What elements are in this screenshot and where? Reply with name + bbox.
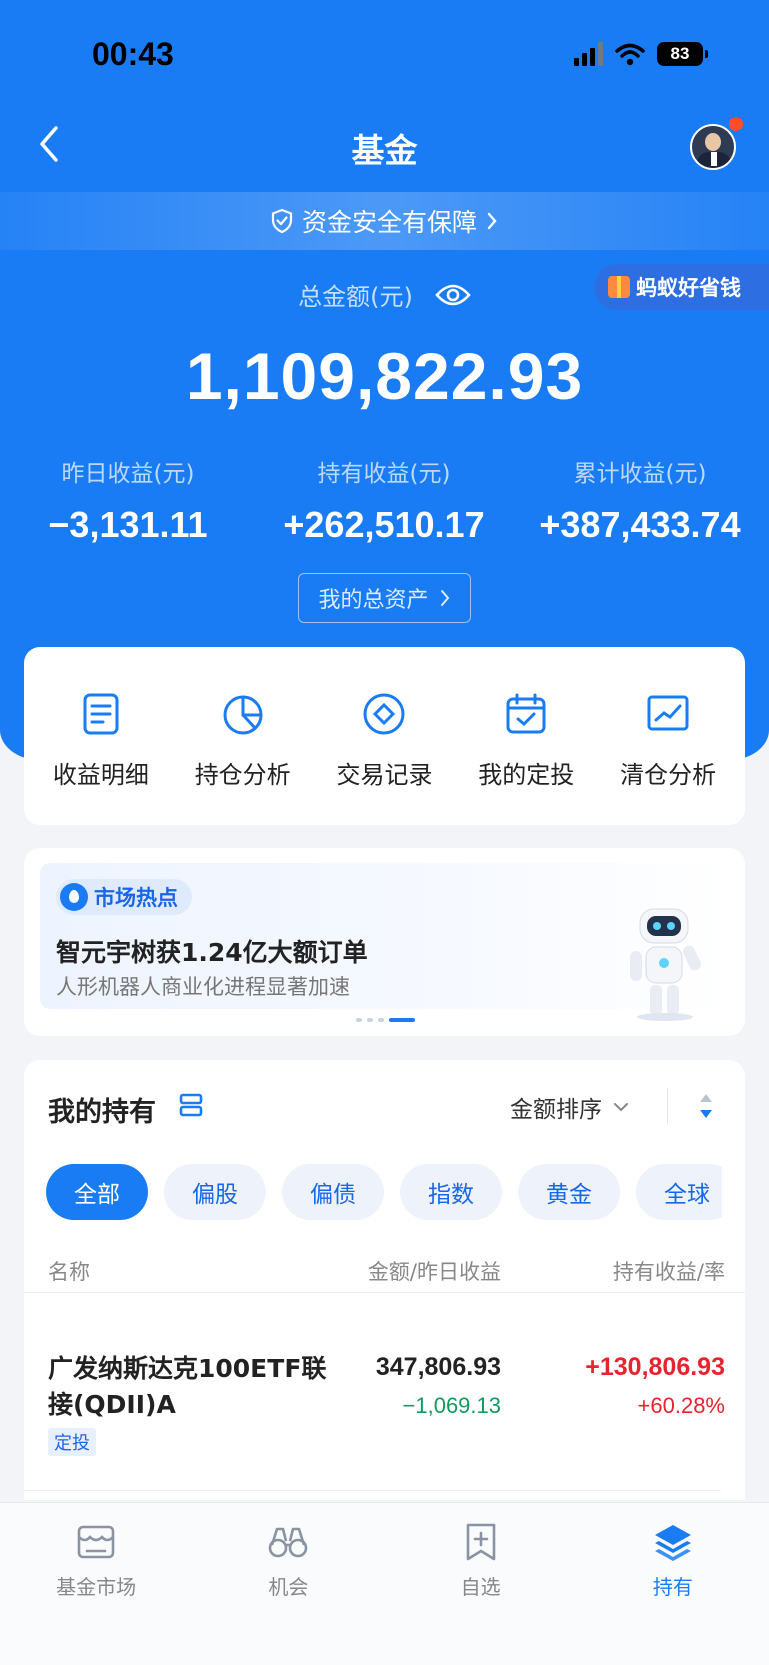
battery-icon: 83 <box>657 42 708 66</box>
signal-icon <box>574 42 603 66</box>
fund-row[interactable]: 广发纳斯达克100ETF联接(QDII)A 定投 347,806.93 −1,0… <box>24 1293 745 1493</box>
chevron-down-icon <box>614 1103 628 1112</box>
page-title: 基金 <box>351 131 418 170</box>
tab-holdings[interactable]: 持有 <box>577 1503 769 1665</box>
menu-clearance-analysis[interactable]: 清仓分析 <box>597 647 739 825</box>
status-time: 00:43 <box>92 36 174 72</box>
quick-menu: 收益明细 持仓分析 交易记录 我的定投 清仓分析 <box>24 647 745 825</box>
filter-chip-bond[interactable]: 偏债 <box>282 1164 384 1220</box>
stat-yesterday[interactable]: 昨日收益(元) −3,131.11 <box>0 454 256 546</box>
menu-label: 收益明细 <box>52 761 149 789</box>
stat-holding[interactable]: 持有收益(元) +262,510.17 <box>256 454 512 546</box>
tab-label: 机会 <box>268 1575 309 1599</box>
fund-tag: 定投 <box>48 1428 96 1456</box>
hot-tag: 市场热点 <box>56 879 192 915</box>
total-amount: 1,109,822.93 <box>185 339 584 413</box>
stat-value: −3,131.11 <box>48 504 208 545</box>
layers-icon <box>654 1525 691 1561</box>
menu-transaction-record[interactable]: 交易记录 <box>314 647 456 825</box>
menu-my-auto-invest[interactable]: 我的定投 <box>455 647 597 825</box>
chevron-right-icon <box>440 590 449 606</box>
promo-button[interactable]: 蚂蚁好省钱 <box>594 264 769 310</box>
promo-label: 蚂蚁好省钱 <box>636 276 741 300</box>
fund-yesterday-income: −1,069.13 <box>402 1393 501 1418</box>
tab-label: 基金市场 <box>56 1575 137 1599</box>
bottom-tab-bar: 基金市场 机会 自选 持有 <box>0 1502 769 1665</box>
status-icons: 83 <box>574 42 708 66</box>
holdings-title: 我的持有 <box>48 1097 156 1128</box>
total-assets-button[interactable]: 我的总资产 <box>298 573 471 623</box>
total-assets-label: 我的总资产 <box>318 588 429 613</box>
sort-dropdown[interactable]: 金额排序 <box>510 1090 630 1124</box>
tab-label: 自选 <box>460 1575 501 1599</box>
carousel-indicator <box>356 1018 415 1022</box>
menu-position-analysis[interactable]: 持仓分析 <box>172 647 314 825</box>
avatar[interactable] <box>690 124 736 170</box>
tab-watchlist[interactable]: 自选 <box>385 1503 577 1665</box>
carousel-dot <box>367 1018 373 1022</box>
filter-chip-index[interactable]: 指数 <box>400 1164 502 1220</box>
news-title: 智元宇树获1.24亿大额订单 <box>56 938 368 967</box>
tab-label: 持有 <box>652 1575 693 1599</box>
holdings-section: 我的持有 金额排序 全部 偏股 偏债 指数 黄金 全球 名称 金额/昨日收益 持… <box>24 1060 745 1500</box>
carousel-dot <box>356 1018 362 1022</box>
menu-income-detail[interactable]: 收益明细 <box>30 647 172 825</box>
shield-icon <box>271 208 293 234</box>
total-amount-label: 总金额(元) <box>298 283 413 311</box>
chevron-right-icon <box>487 212 497 230</box>
list-view-icon[interactable] <box>176 1090 206 1120</box>
fund-gain-rate: +60.28% <box>637 1393 725 1418</box>
stat-value: +387,433.74 <box>539 504 741 545</box>
hot-tag-label: 市场热点 <box>94 886 178 910</box>
filter-chip-all[interactable]: 全部 <box>46 1164 148 1220</box>
column-header-gain[interactable]: 持有收益/率 <box>613 1256 725 1286</box>
security-banner[interactable]: 资金安全有保障 <box>0 192 769 250</box>
menu-label: 持仓分析 <box>194 761 291 789</box>
fund-name: 广发纳斯达克100ETF联接(QDII)A <box>48 1354 327 1419</box>
news-banner[interactable]: 市场热点 智元宇树获1.24亿大额订单 人形机器人商业化进程显著加速 <box>40 863 729 1021</box>
menu-label: 清仓分析 <box>620 761 717 789</box>
eye-icon[interactable] <box>435 283 471 307</box>
filter-chip-gold[interactable]: 黄金 <box>518 1164 620 1220</box>
pie-chart-icon <box>223 695 263 735</box>
robot-illustration <box>630 908 701 1021</box>
stat-cumulative[interactable]: 累计收益(元) +387,433.74 <box>512 454 768 546</box>
binoculars-icon <box>269 1527 308 1558</box>
sort-label: 金额排序 <box>510 1097 602 1123</box>
record-icon <box>363 693 405 735</box>
stat-label: 累计收益(元) <box>573 461 707 487</box>
stat-label: 昨日收益(元) <box>61 461 195 487</box>
fund-holding-gain: +130,806.93 <box>585 1353 725 1381</box>
filter-chips: 全部 偏股 偏债 指数 黄金 全球 <box>46 1164 722 1220</box>
sort-order-icon[interactable] <box>696 1090 716 1122</box>
divider <box>667 1088 668 1124</box>
carousel-dot-active <box>389 1018 415 1022</box>
column-header-name: 名称 <box>48 1260 90 1284</box>
divider <box>24 1490 721 1491</box>
gift-icon <box>608 276 630 298</box>
flame-icon <box>60 883 88 911</box>
filter-chip-equity[interactable]: 偏股 <box>164 1164 266 1220</box>
menu-label: 交易记录 <box>336 761 433 789</box>
tab-fund-market[interactable]: 基金市场 <box>0 1503 192 1665</box>
tab-opportunity[interactable]: 机会 <box>192 1503 384 1665</box>
notification-dot <box>729 117 743 131</box>
filter-chip-global[interactable]: 全球 <box>636 1164 722 1220</box>
column-header-amount[interactable]: 金额/昨日收益 <box>368 1256 501 1286</box>
market-icon <box>77 1525 115 1559</box>
bookmark-add-icon <box>466 1523 495 1561</box>
security-text: 资金安全有保障 <box>301 208 477 237</box>
trend-chart-icon <box>647 695 689 731</box>
carousel-dot <box>378 1018 384 1022</box>
stat-label: 持有收益(元) <box>317 461 451 487</box>
fund-amount: 347,806.93 <box>375 1353 501 1381</box>
wifi-icon <box>615 43 645 66</box>
news-carousel: 市场热点 智元宇树获1.24亿大额订单 人形机器人商业化进程显著加速 <box>24 848 745 1036</box>
news-subtitle: 人形机器人商业化进程显著加速 <box>56 975 350 999</box>
stat-value: +262,510.17 <box>283 504 485 545</box>
menu-label: 我的定投 <box>478 761 575 789</box>
calendar-icon <box>506 693 546 734</box>
document-icon <box>83 693 119 735</box>
